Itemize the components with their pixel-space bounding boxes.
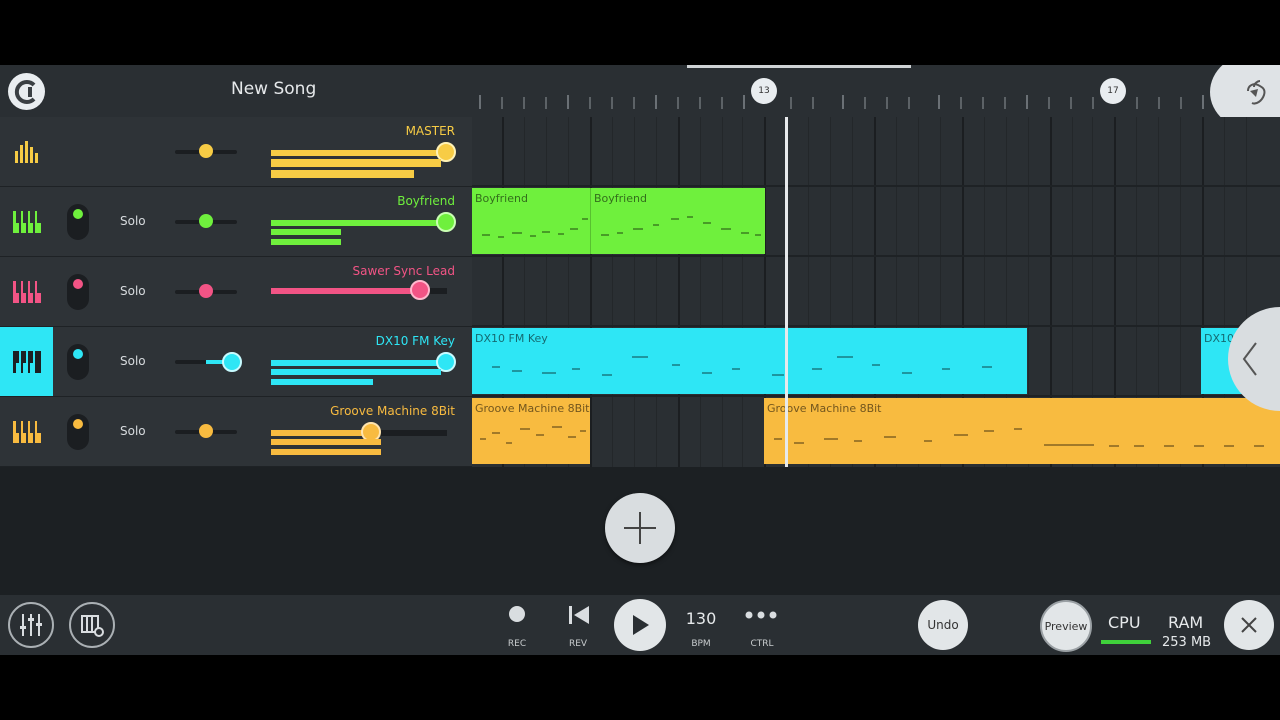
solo-button[interactable]: Solo bbox=[120, 284, 146, 298]
record-button[interactable] bbox=[507, 604, 527, 624]
transport-bar: REC REV 130 BPM CTRL Undo Preview CPU RA… bbox=[0, 595, 1280, 655]
undo-button[interactable]: Undo bbox=[918, 600, 968, 650]
level-meter bbox=[271, 439, 381, 445]
playhead[interactable] bbox=[785, 117, 788, 467]
volume-fill bbox=[271, 360, 441, 366]
preview-button[interactable]: Preview bbox=[1040, 600, 1092, 652]
collapse-arrow-icon bbox=[1242, 342, 1257, 376]
mute-toggle[interactable] bbox=[67, 274, 89, 310]
rec-label: REC bbox=[507, 639, 527, 649]
volume-fill bbox=[271, 220, 441, 226]
bpm-value[interactable]: 130 bbox=[681, 609, 721, 628]
cpu-meter bbox=[1101, 640, 1151, 644]
track-name: Sawer Sync Lead bbox=[352, 264, 455, 278]
pan-knob[interactable] bbox=[199, 214, 213, 228]
level-meter bbox=[271, 369, 441, 375]
top-bar: New Song 13 17 bbox=[0, 65, 1280, 131]
ctrl-label: CTRL bbox=[750, 639, 774, 649]
rev-label: REV bbox=[568, 639, 588, 649]
add-track-button[interactable] bbox=[605, 493, 675, 563]
timeline-ruler[interactable]: 13 17 bbox=[472, 65, 1280, 117]
track-sawer-sync-lead: Solo Sawer Sync Lead bbox=[0, 257, 472, 327]
level-meter bbox=[271, 379, 373, 385]
mixer-sliders-icon bbox=[20, 614, 42, 636]
close-button[interactable] bbox=[1224, 600, 1274, 650]
level-meter bbox=[271, 239, 341, 245]
pan-knob[interactable] bbox=[199, 284, 213, 298]
pattern-clip-groove-machine[interactable]: Groove Machine 8Bit bbox=[472, 398, 590, 464]
level-meter bbox=[271, 159, 441, 167]
solo-button[interactable]: Solo bbox=[120, 424, 146, 438]
ctrl-button[interactable] bbox=[743, 607, 779, 623]
level-meter bbox=[271, 449, 381, 455]
close-icon bbox=[1241, 617, 1257, 633]
solo-button[interactable]: Solo bbox=[120, 214, 146, 228]
rewind-icon bbox=[569, 606, 589, 624]
song-title[interactable]: New Song bbox=[231, 79, 316, 99]
bpm-label: BPM bbox=[691, 639, 711, 649]
track-dx10-fm-key: Solo DX10 FM Key bbox=[0, 327, 472, 397]
mute-toggle[interactable] bbox=[67, 204, 89, 240]
bar-marker-17: 17 bbox=[1100, 78, 1126, 104]
preview-label: Preview bbox=[1044, 619, 1088, 633]
level-meter bbox=[271, 170, 414, 178]
pan-knob[interactable] bbox=[199, 144, 213, 158]
undo-label: Undo bbox=[927, 618, 959, 632]
volume-fill bbox=[271, 288, 419, 294]
daw-screen: New Song 13 17 MASTER Solo Boyfriend Sol… bbox=[0, 65, 1280, 655]
pattern-clip-dx10-fm-key[interactable]: DX10 FM Key bbox=[472, 328, 1027, 394]
piano-icon[interactable] bbox=[0, 257, 53, 326]
volume-knob[interactable] bbox=[436, 212, 456, 232]
cpu-label: CPU bbox=[1108, 613, 1141, 632]
pattern-clip-boyfriend[interactable]: Boyfriend bbox=[472, 188, 590, 254]
piano-roll-button[interactable] bbox=[69, 602, 115, 648]
record-icon bbox=[509, 606, 525, 622]
piano-settings-icon bbox=[81, 615, 104, 637]
app-logo-icon[interactable] bbox=[8, 73, 45, 110]
pan-knob[interactable] bbox=[199, 424, 213, 438]
track-name: MASTER bbox=[405, 124, 455, 138]
mixer-button[interactable] bbox=[8, 602, 54, 648]
pattern-clip-groove-machine[interactable]: Groove Machine 8Bit bbox=[764, 398, 1280, 464]
play-button[interactable] bbox=[614, 599, 666, 651]
ctrl-dots-icon bbox=[745, 611, 777, 619]
mute-toggle[interactable] bbox=[67, 344, 89, 380]
track-master: MASTER bbox=[0, 117, 472, 187]
add-icon bbox=[624, 512, 656, 544]
mute-toggle[interactable] bbox=[67, 414, 89, 450]
volume-fill bbox=[271, 430, 366, 436]
level-meter bbox=[271, 229, 341, 235]
pan-knob[interactable] bbox=[222, 352, 242, 372]
volume-fill bbox=[271, 150, 441, 156]
track-name: DX10 FM Key bbox=[375, 334, 455, 348]
piano-icon[interactable] bbox=[0, 397, 53, 466]
play-icon bbox=[633, 615, 649, 635]
track-name: Boyfriend bbox=[397, 194, 455, 208]
bar-marker-13: 13 bbox=[751, 78, 777, 104]
rewind-button[interactable] bbox=[567, 603, 591, 627]
track-boyfriend: Solo Boyfriend bbox=[0, 187, 472, 257]
ram-label: RAM bbox=[1168, 613, 1204, 632]
ram-value: 253 MB bbox=[1162, 635, 1212, 650]
piano-icon[interactable] bbox=[0, 327, 53, 396]
volume-knob[interactable] bbox=[410, 280, 430, 300]
mixer-bars-icon[interactable] bbox=[0, 117, 53, 186]
playlist-area[interactable]: Boyfriend Boyfriend DX10 FM Key DX10 Gro… bbox=[472, 117, 1280, 467]
track-name: Groove Machine 8Bit bbox=[330, 404, 455, 418]
solo-button[interactable]: Solo bbox=[120, 354, 146, 368]
fruit-logo-icon bbox=[1247, 80, 1266, 105]
track-groove-machine-8bit: Solo Groove Machine 8Bit bbox=[0, 397, 472, 467]
pattern-clip-boyfriend[interactable]: Boyfriend bbox=[590, 188, 765, 254]
piano-icon[interactable] bbox=[0, 187, 53, 256]
